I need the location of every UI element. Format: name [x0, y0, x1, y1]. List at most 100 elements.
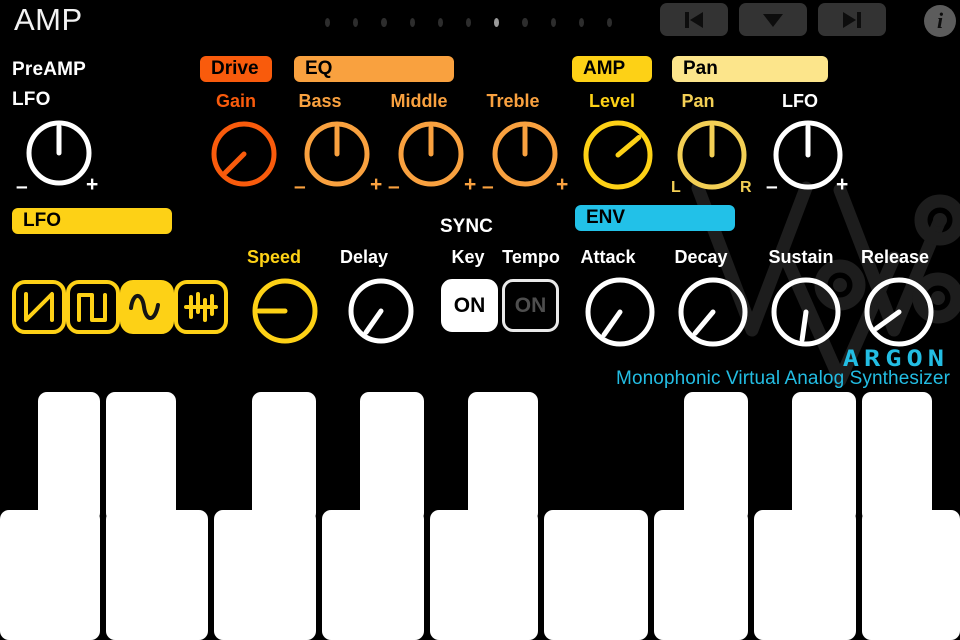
pan-badge[interactable]: Pan	[672, 56, 828, 82]
pan-right-label: R	[740, 179, 752, 196]
white-key[interactable]	[214, 510, 316, 640]
page-dot[interactable]	[381, 17, 387, 27]
preset-list-button[interactable]	[739, 3, 807, 36]
lfo-speed-knob[interactable]	[250, 276, 320, 346]
lfo-badge[interactable]: LFO	[12, 208, 172, 234]
amp-badge[interactable]: AMP	[572, 56, 652, 82]
preamp-lfo-knob[interactable]	[24, 118, 94, 188]
white-key-top[interactable]	[360, 392, 424, 522]
pan-knob-label: Pan	[681, 91, 715, 111]
synth-app: AMP i PreAMP LFO – + Drive Gain EQ Bass …	[0, 0, 960, 640]
eq-bass-minus[interactable]: –	[294, 176, 306, 197]
pan-knob[interactable]	[675, 118, 749, 192]
eq-middle-plus[interactable]: +	[464, 174, 476, 195]
eq-middle-label: Middle	[390, 91, 448, 111]
lfo-speed-label: Speed	[246, 247, 302, 267]
preamp-lfo-label: LFO	[12, 89, 51, 110]
eq-bass-plus[interactable]: +	[370, 174, 382, 195]
white-key[interactable]	[322, 510, 424, 640]
env-sustain-knob[interactable]	[769, 275, 843, 349]
preamp-section-label: PreAMP	[12, 59, 87, 80]
sawtooth-wave-icon	[24, 292, 54, 322]
page-dot[interactable]	[550, 17, 556, 27]
page-dot-active[interactable]	[494, 17, 500, 27]
env-badge[interactable]: ENV	[575, 205, 735, 231]
white-key-top[interactable]	[252, 392, 316, 522]
eq-treble-knob[interactable]	[490, 119, 560, 189]
lfo-delay-knob[interactable]	[346, 276, 416, 346]
white-key-top[interactable]	[792, 392, 856, 522]
sync-tempo-toggle[interactable]: ON	[502, 279, 559, 332]
eq-badge[interactable]: EQ	[294, 56, 454, 82]
lfo-wave-square-button[interactable]	[66, 280, 120, 334]
eq-treble-minus[interactable]: –	[482, 176, 494, 197]
eq-middle-minus[interactable]: –	[388, 176, 400, 197]
sync-key-toggle[interactable]: ON	[441, 279, 498, 332]
page-dot[interactable]	[465, 17, 472, 27]
amp-level-label: Level	[588, 91, 636, 111]
white-key-top[interactable]	[468, 392, 538, 522]
amp-level-knob[interactable]	[581, 118, 655, 192]
page-indicator-dots[interactable]	[325, 13, 635, 31]
white-key-top[interactable]	[106, 392, 176, 522]
page-dot[interactable]	[409, 17, 415, 27]
white-key-top[interactable]	[38, 392, 100, 522]
piano-keyboard[interactable]	[0, 392, 960, 640]
white-key[interactable]	[544, 510, 648, 640]
white-key[interactable]	[106, 510, 208, 640]
env-decay-knob[interactable]	[676, 275, 750, 349]
sync-key-toggle-label: ON	[453, 293, 486, 317]
eq-treble-label: Treble	[486, 91, 540, 111]
pan-left-label: L	[671, 179, 681, 196]
pan-lfo-plus[interactable]: +	[836, 174, 848, 195]
transport-controls	[660, 3, 886, 36]
page-dot[interactable]	[437, 17, 443, 27]
page-dot[interactable]	[578, 17, 584, 27]
preamp-lfo-minus[interactable]: –	[16, 176, 28, 197]
white-key[interactable]	[430, 510, 538, 640]
env-release-knob[interactable]	[862, 275, 936, 349]
info-button[interactable]: i	[924, 5, 956, 37]
sync-tempo-toggle-label: ON	[514, 293, 547, 317]
eq-bass-label: Bass	[298, 91, 342, 111]
white-key-top[interactable]	[862, 392, 932, 522]
preamp-lfo-plus[interactable]: +	[86, 174, 98, 195]
pan-lfo-knob[interactable]	[771, 118, 845, 192]
page-dot[interactable]	[522, 17, 528, 27]
white-key[interactable]	[862, 510, 960, 640]
env-attack-label: Attack	[580, 247, 636, 267]
lfo-wave-sine-button[interactable]	[120, 280, 174, 334]
page-dot[interactable]	[353, 17, 359, 27]
top-bar: AMP i	[0, 0, 960, 44]
page-dot[interactable]	[325, 17, 331, 27]
lfo-wave-random-button[interactable]	[174, 280, 228, 334]
page-title: AMP	[14, 2, 83, 37]
env-release-label: Release	[860, 247, 930, 267]
lfo-wave-saw-button[interactable]	[12, 280, 66, 334]
square-wave-icon	[77, 293, 107, 322]
info-icon: i	[936, 8, 944, 33]
sync-key-label: Key	[451, 247, 485, 267]
eq-middle-knob[interactable]	[396, 119, 466, 189]
prev-preset-button[interactable]	[660, 3, 728, 36]
chevron-down-icon	[763, 13, 783, 27]
eq-treble-plus[interactable]: +	[556, 174, 568, 195]
skip-forward-icon	[843, 11, 861, 28]
env-attack-knob[interactable]	[583, 275, 657, 349]
page-dot[interactable]	[606, 17, 613, 27]
eq-bass-knob[interactable]	[302, 119, 372, 189]
brand-tagline: Monophonic Virtual Analog Synthesizer	[616, 368, 950, 389]
pan-lfo-minus[interactable]: –	[766, 176, 778, 197]
sync-title: SYNC	[440, 216, 493, 237]
skip-back-icon	[685, 11, 703, 28]
white-key-top[interactable]	[684, 392, 748, 522]
white-key[interactable]	[754, 510, 856, 640]
env-sustain-label: Sustain	[768, 247, 834, 267]
drive-gain-knob[interactable]	[209, 119, 279, 189]
white-key[interactable]	[0, 510, 100, 640]
env-decay-label: Decay	[674, 247, 728, 267]
drive-badge[interactable]: Drive	[200, 56, 272, 82]
drive-gain-label: Gain	[215, 91, 256, 111]
white-key[interactable]	[654, 510, 748, 640]
next-preset-button[interactable]	[818, 3, 886, 36]
